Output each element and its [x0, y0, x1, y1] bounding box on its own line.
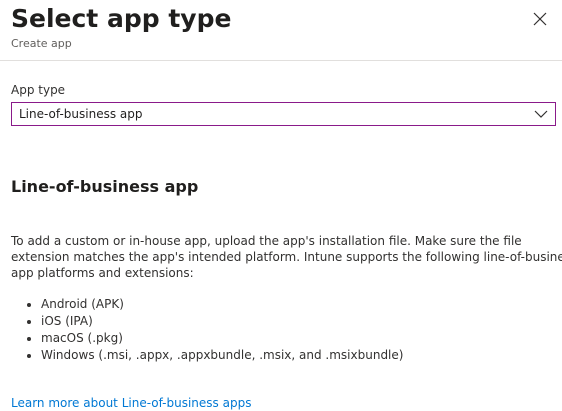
platform-label: Windows (.msi, .appx, .appxbundle, .msix… — [41, 348, 404, 362]
section-heading: Line-of-business app — [11, 177, 199, 196]
description-line: app platforms and extensions: — [11, 266, 194, 280]
list-item: Android (APK) — [27, 296, 403, 313]
panel-title: Select app type — [11, 4, 232, 33]
app-type-selected-value: Line-of-business app — [19, 107, 143, 121]
select-app-type-panel: Select app type Create app App type Line… — [0, 0, 562, 411]
platform-label: iOS (IPA) — [41, 314, 93, 328]
app-type-dropdown[interactable]: Line-of-business app — [11, 102, 556, 126]
description-line: extension matches the app's intended pla… — [11, 250, 562, 264]
close-button[interactable] — [530, 9, 550, 29]
platform-label: Android (APK) — [41, 297, 124, 311]
bullet-icon — [27, 337, 31, 341]
description-line: To add a custom or in-house app, upload … — [11, 234, 522, 248]
list-item: iOS (IPA) — [27, 313, 403, 330]
bullet-icon — [27, 320, 31, 324]
panel-header: Select app type Create app — [0, 0, 562, 61]
bullet-icon — [27, 303, 31, 307]
app-type-label: App type — [11, 83, 66, 97]
close-icon — [533, 12, 547, 26]
learn-more-link[interactable]: Learn more about Line-of-business apps — [11, 395, 251, 411]
list-item: Windows (.msi, .appx, .appxbundle, .msix… — [27, 347, 403, 364]
bullet-icon — [27, 354, 31, 358]
app-type-description: To add a custom or in-house app, upload … — [11, 233, 562, 281]
platform-list: Android (APK) iOS (IPA) macOS (.pkg) Win… — [27, 296, 403, 364]
list-item: macOS (.pkg) — [27, 330, 403, 347]
panel-subtitle: Create app — [11, 37, 72, 50]
chevron-down-icon — [534, 110, 548, 118]
platform-label: macOS (.pkg) — [41, 331, 123, 345]
